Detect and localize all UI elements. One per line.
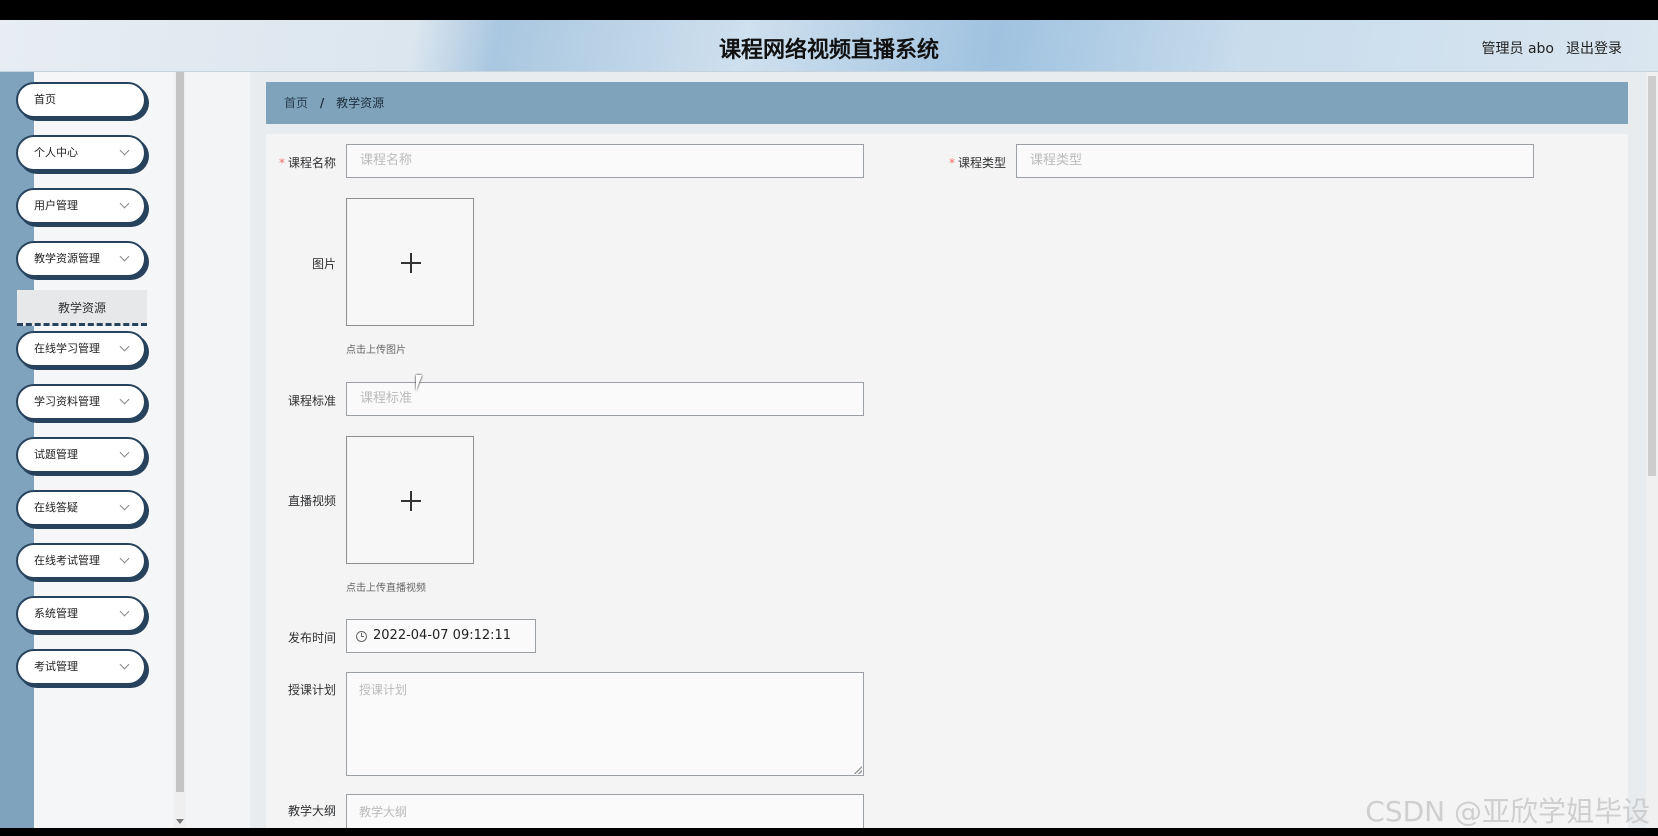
sidebar-item-label: 系统管理 bbox=[34, 607, 78, 620]
top-header: 课程网络视频直播系统 管理员 abo 退出登录 bbox=[0, 20, 1658, 72]
chevron-down-icon bbox=[119, 251, 130, 262]
chevron-down-icon bbox=[119, 145, 130, 156]
sidebar-item-home[interactable]: 首页 bbox=[16, 82, 146, 118]
sidebar-item-label: 考试管理 bbox=[34, 660, 78, 673]
sidebar-item-label: 在线学习管理 bbox=[34, 342, 100, 355]
chevron-down-icon bbox=[119, 659, 130, 670]
sidebar-item-label: 教学资源管理 bbox=[34, 252, 100, 265]
submenu-item-teaching-resources[interactable]: 教学资源 bbox=[17, 290, 147, 326]
breadcrumb-home[interactable]: 首页 bbox=[284, 96, 308, 110]
course-standard-label: 课程标准 bbox=[287, 394, 336, 408]
course-type-input[interactable]: 课程类型 bbox=[1016, 144, 1534, 178]
course-name-input[interactable]: 课程名称 bbox=[346, 144, 864, 178]
sidebar-item-label: 在线答疑 bbox=[34, 501, 78, 514]
sidebar-item-label: 在线考试管理 bbox=[34, 554, 100, 567]
sidebar-item-personal-center[interactable]: 个人中心 bbox=[16, 135, 146, 171]
course-type-label: * 课程类型 bbox=[948, 156, 1006, 170]
chevron-down-icon bbox=[119, 447, 130, 458]
main-scrollbar-thumb[interactable] bbox=[1648, 76, 1656, 476]
app-title: 课程网络视频直播系统 bbox=[718, 38, 939, 63]
sidebar-item-online-learning-management[interactable]: 在线学习管理 bbox=[16, 331, 146, 367]
chevron-down-icon bbox=[119, 198, 130, 209]
image-uploader[interactable] bbox=[346, 198, 474, 326]
watermark: CSDN @亚欣学姐毕设 bbox=[1365, 795, 1650, 828]
teaching-plan-textarea[interactable]: 授课计划 bbox=[346, 672, 864, 776]
syllabus-placeholder: 教学大纲 bbox=[359, 805, 408, 819]
app-body: 首页 个人中心 用户管理 教学资源管理 教学资源 在线学习管理 学习资料管理 试… bbox=[0, 72, 1658, 828]
live-video-label: 直播视频 bbox=[287, 494, 336, 508]
sidebar-scrollbar-thumb[interactable] bbox=[176, 72, 184, 792]
publish-time-picker[interactable]: 2022-04-07 09:12:11 bbox=[346, 619, 536, 653]
plus-icon-vertical bbox=[410, 491, 412, 511]
sidebar-item-label: 学习资料管理 bbox=[34, 395, 100, 408]
sidebar-item-user-management[interactable]: 用户管理 bbox=[16, 188, 146, 224]
teaching-plan-label: 授课计划 bbox=[287, 683, 336, 697]
chevron-down-icon bbox=[119, 553, 130, 564]
syllabus-textarea[interactable]: 教学大纲 bbox=[346, 794, 864, 828]
course-name-label: * 课程名称 bbox=[278, 156, 336, 170]
sidebar-item-question-management[interactable]: 试题管理 bbox=[16, 437, 146, 473]
main-scrollbar[interactable] bbox=[1646, 72, 1658, 828]
chevron-down-icon bbox=[119, 606, 130, 617]
sidebar-item-study-materials-management[interactable]: 学习资料管理 bbox=[16, 384, 146, 420]
breadcrumb-separator: / bbox=[319, 96, 325, 110]
resize-grip-icon[interactable] bbox=[854, 766, 862, 774]
chevron-down-icon bbox=[119, 341, 130, 352]
scroll-down-arrow-icon[interactable] bbox=[176, 819, 184, 824]
image-upload-hint: 点击上传图片 bbox=[346, 345, 406, 356]
live-video-upload-hint: 点击上传直播视频 bbox=[346, 583, 426, 594]
live-video-uploader[interactable] bbox=[346, 436, 474, 564]
sidebar: 首页 个人中心 用户管理 教学资源管理 教学资源 在线学习管理 学习资料管理 试… bbox=[0, 72, 172, 828]
clock-icon bbox=[356, 631, 367, 642]
sidebar-item-online-exam-management[interactable]: 在线考试管理 bbox=[16, 543, 146, 579]
sidebar-item-label: 用户管理 bbox=[34, 199, 78, 212]
syllabus-label: 教学大纲 bbox=[287, 804, 336, 818]
mouse-cursor-icon bbox=[416, 375, 428, 391]
sidebar-item-label: 首页 bbox=[34, 93, 56, 106]
image-label: 图片 bbox=[311, 257, 336, 271]
chevron-down-icon bbox=[119, 394, 130, 405]
publish-time-label: 发布时间 bbox=[287, 631, 336, 645]
sidebar-item-exam-management[interactable]: 考试管理 bbox=[16, 649, 146, 685]
logout-link[interactable]: 退出登录 bbox=[1566, 38, 1622, 58]
breadcrumb: 首页 / 教学资源 bbox=[266, 82, 1628, 124]
sidebar-item-system-management[interactable]: 系统管理 bbox=[16, 596, 146, 632]
sidebar-item-label: 个人中心 bbox=[34, 146, 78, 159]
required-marker: * bbox=[948, 156, 955, 170]
breadcrumb-current: 教学资源 bbox=[336, 96, 385, 110]
chevron-down-icon bbox=[119, 500, 130, 511]
sidebar-scrollbar[interactable] bbox=[174, 72, 186, 828]
sidebar-item-label: 试题管理 bbox=[34, 448, 78, 461]
sidebar-item-online-qa[interactable]: 在线答疑 bbox=[16, 490, 146, 526]
publish-time-value: 2022-04-07 09:12:11 bbox=[373, 628, 512, 643]
teaching-plan-placeholder: 授课计划 bbox=[359, 683, 408, 697]
user-info: 管理员 abo bbox=[1481, 41, 1554, 57]
plus-icon-vertical bbox=[410, 253, 412, 273]
sidebar-item-teaching-resource-management[interactable]: 教学资源管理 bbox=[16, 241, 146, 277]
required-marker: * bbox=[278, 156, 285, 170]
